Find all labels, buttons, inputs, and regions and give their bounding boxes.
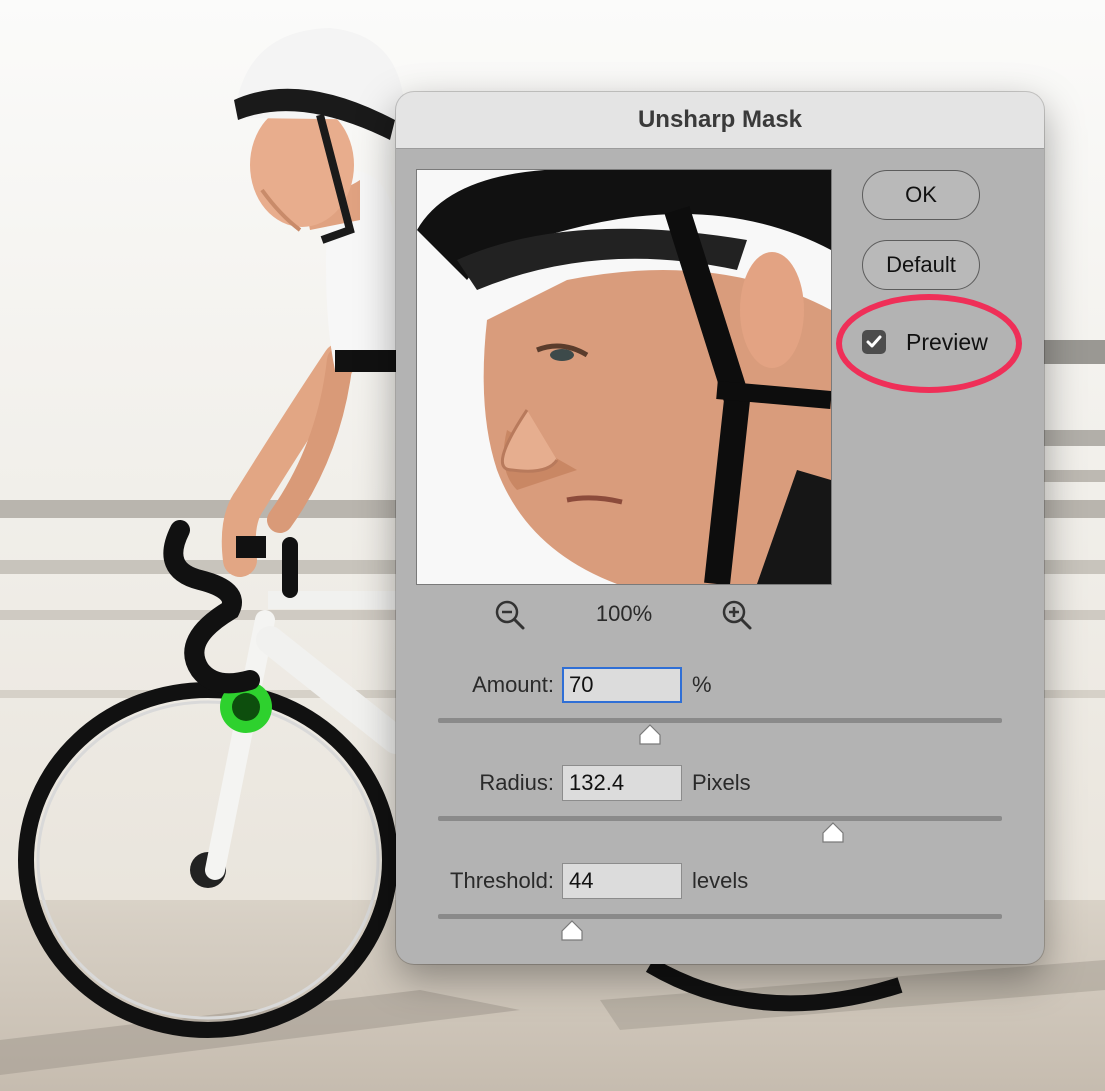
preview-checkbox-row[interactable]: Preview (862, 328, 988, 356)
threshold-input[interactable]: 44 (562, 863, 682, 899)
zoom-controls: 100% (396, 598, 850, 632)
radius-unit: Pixels (692, 770, 751, 795)
threshold-label: Threshold: (450, 868, 554, 893)
amount-label: Amount: (472, 672, 554, 697)
default-button[interactable]: Default (862, 240, 980, 290)
radius-row: Radius: 132.4 Pixels (396, 765, 1044, 801)
preview-face-closeup (417, 170, 831, 584)
dialog-title: Unsharp Mask (637, 106, 803, 133)
preview-label: Preview (906, 328, 988, 355)
dialog-titlebar[interactable]: Unsharp Mask (396, 92, 1044, 149)
amount-unit: % (692, 672, 712, 697)
filter-preview-image[interactable] (416, 169, 832, 585)
threshold-row: Threshold: 44 levels (396, 863, 1044, 899)
preview-checkbox[interactable] (862, 330, 886, 354)
radius-slider[interactable] (438, 816, 1002, 846)
zoom-out-icon[interactable] (493, 598, 527, 632)
radius-slider-thumb[interactable] (821, 822, 845, 844)
ok-button[interactable]: OK (862, 170, 980, 220)
amount-slider-thumb[interactable] (638, 724, 662, 746)
amount-slider-track[interactable] (438, 718, 1002, 723)
threshold-slider-track[interactable] (438, 914, 1002, 919)
amount-input[interactable]: 70 (562, 667, 682, 703)
threshold-slider[interactable] (438, 914, 1002, 944)
checkmark-icon (866, 335, 882, 348)
amount-row: Amount: 70 % (396, 667, 1044, 703)
zoom-level: 100% (595, 601, 653, 626)
zoom-in-icon[interactable] (720, 598, 754, 632)
threshold-unit: levels (692, 868, 749, 893)
threshold-slider-thumb[interactable] (560, 920, 584, 942)
amount-slider[interactable] (438, 718, 1002, 748)
unsharp-mask-dialog: Unsharp Mask OK Default Preview 100% Amo… (396, 92, 1044, 964)
radius-slider-track[interactable] (438, 816, 1002, 821)
radius-label: Radius: (479, 770, 554, 795)
radius-input[interactable]: 132.4 (562, 765, 682, 801)
